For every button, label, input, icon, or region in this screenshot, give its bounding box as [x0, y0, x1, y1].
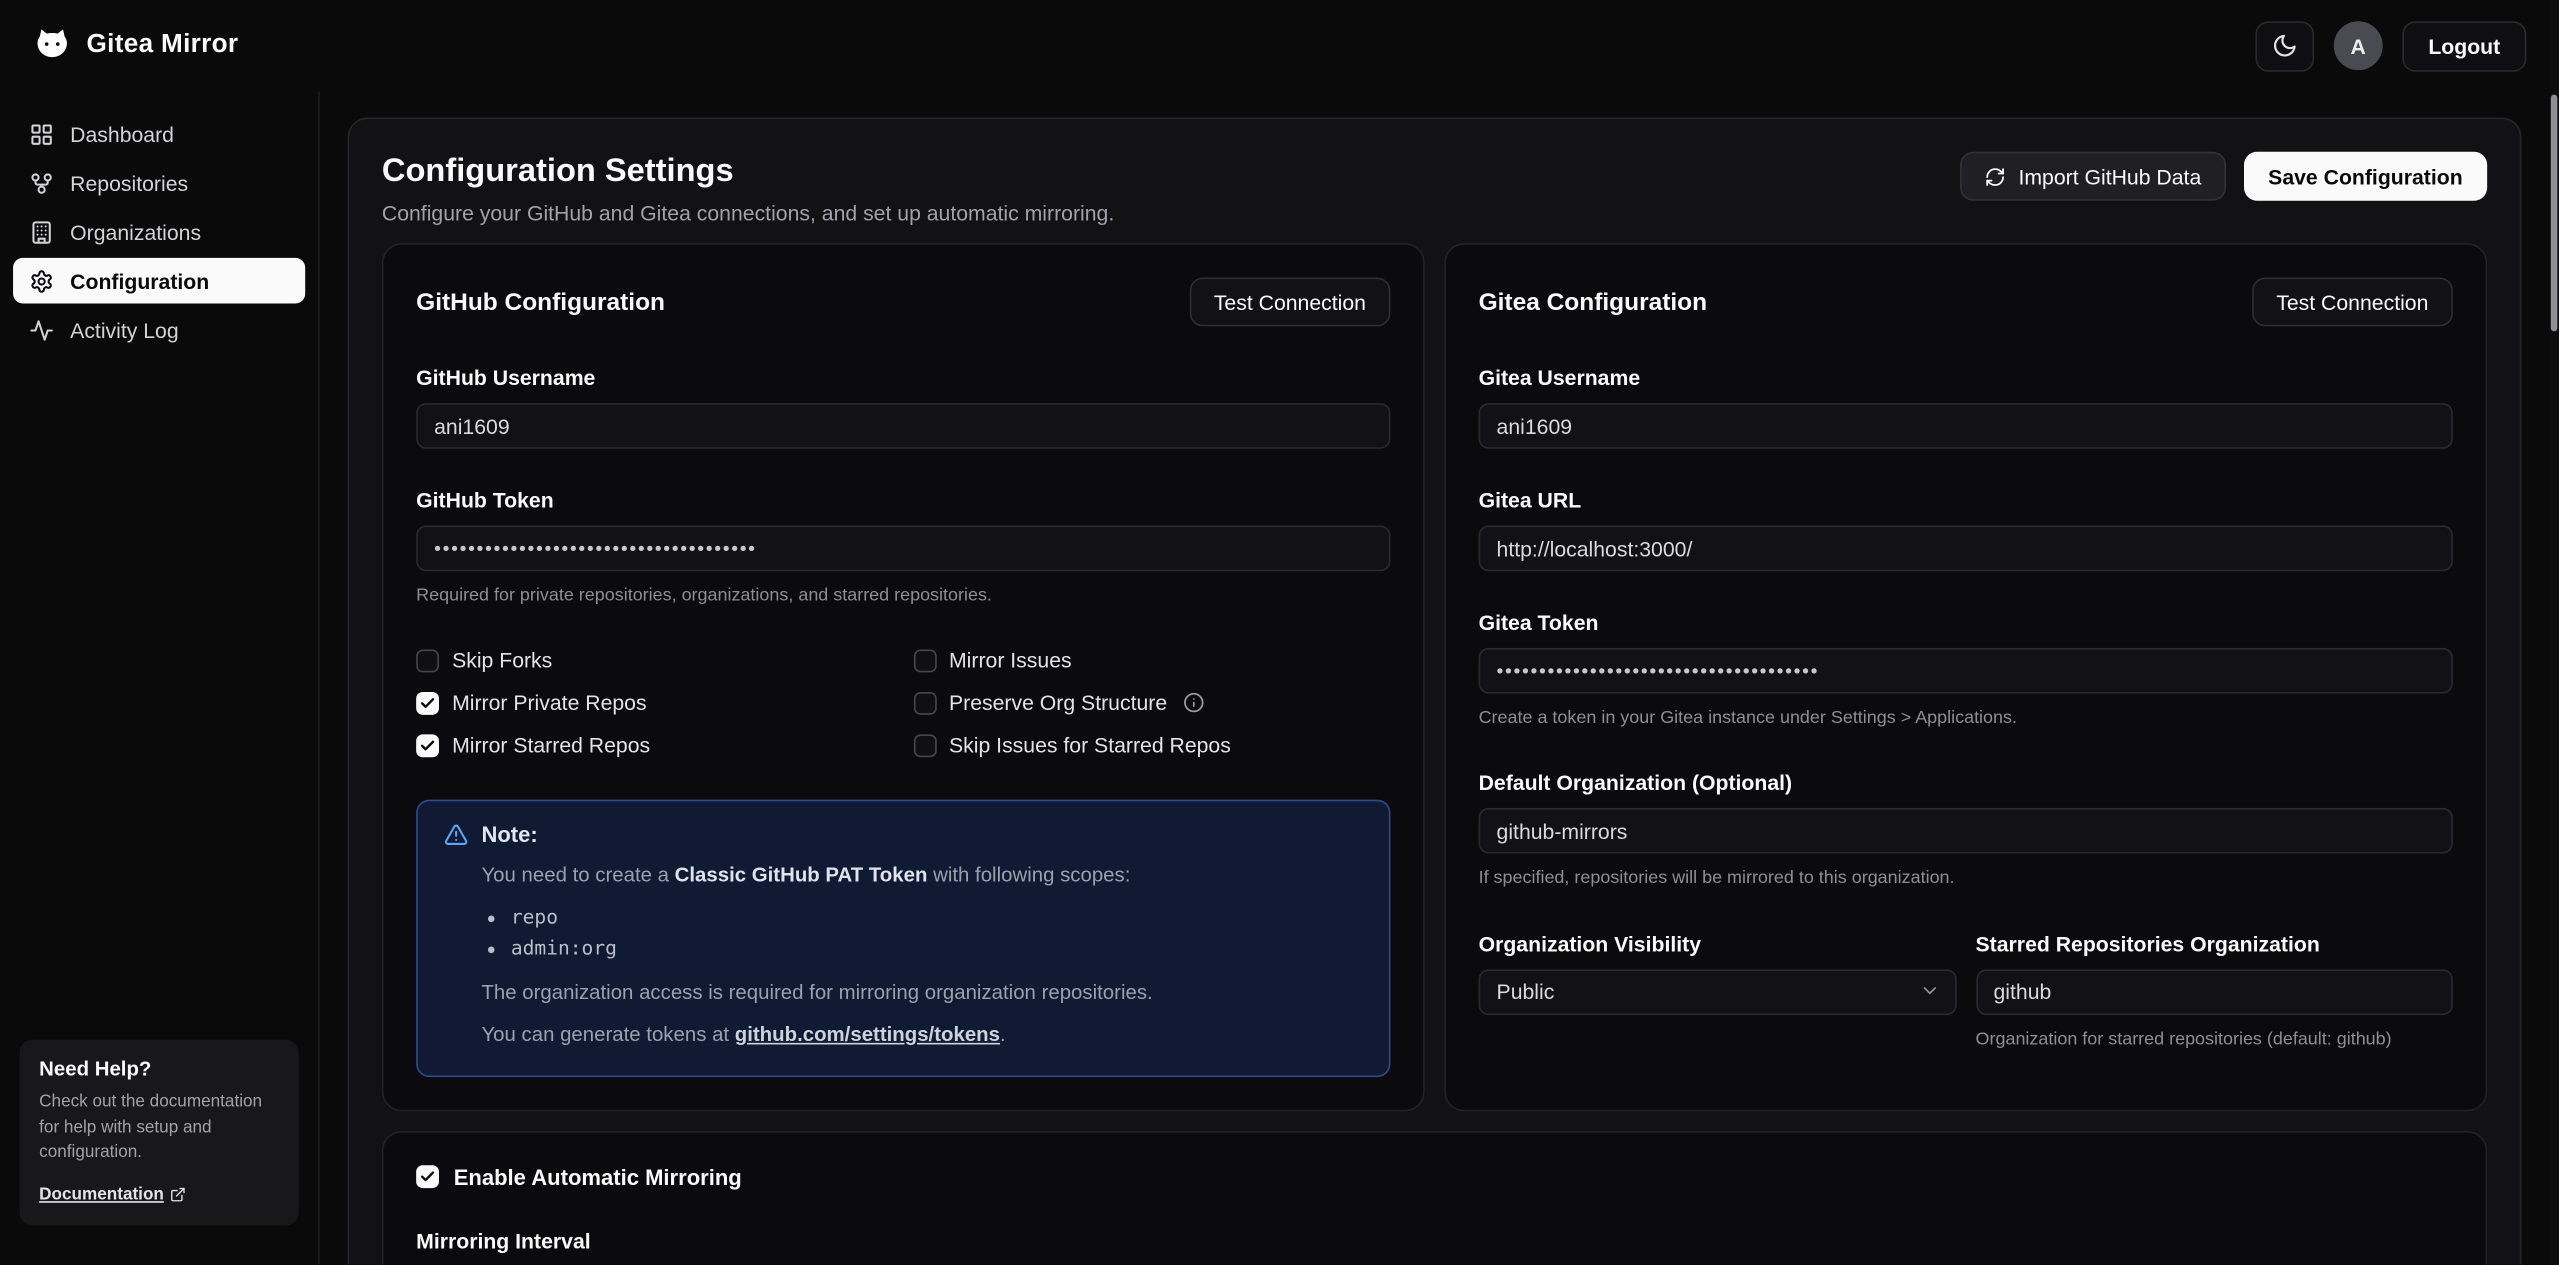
org-visibility-label: Organization Visibility: [1479, 932, 1956, 956]
checkbox-preserve-org-structure[interactable]: Preserve Org Structure: [913, 691, 1390, 715]
github-username-input[interactable]: [416, 403, 1390, 449]
save-configuration-button[interactable]: Save Configuration: [2244, 152, 2487, 201]
sidebar-item-label: Configuration: [70, 268, 209, 292]
top-header: Gitea Mirror A Logout: [0, 0, 2559, 91]
main-content: Configuration Settings Configure your Gi…: [320, 91, 2559, 1264]
note-intro: You need to create a Classic GitHub PAT …: [481, 861, 1362, 892]
grid-icon: [29, 122, 53, 146]
starred-org-label: Starred Repositories Organization: [1976, 932, 2453, 956]
gear-icon: [29, 268, 53, 292]
activity-icon: [29, 317, 53, 341]
gitea-url-label: Gitea URL: [1479, 488, 2453, 512]
scrollbar-thumb[interactable]: [2551, 95, 2558, 332]
github-options: Skip Forks Mirror Issues Mirror Private …: [416, 649, 1390, 758]
documentation-link[interactable]: Documentation: [39, 1185, 187, 1205]
github-config-card: GitHub Configuration Test Connection Git…: [382, 243, 1425, 1111]
sidebar-item-activity-log[interactable]: Activity Log: [13, 307, 305, 353]
checkbox-box[interactable]: [913, 692, 936, 715]
sidebar-item-dashboard[interactable]: Dashboard: [13, 111, 305, 157]
github-username-label: GitHub Username: [416, 366, 1390, 390]
org-visibility-select[interactable]: [1479, 956, 1956, 1015]
sidebar: Dashboard Repositories Organizations Con…: [0, 91, 320, 1264]
enable-label: Enable Automatic Mirroring: [454, 1165, 742, 1189]
import-github-data-button[interactable]: Import GitHub Data: [1960, 152, 2226, 201]
info-icon[interactable]: [1183, 693, 1204, 714]
gitea-url-input[interactable]: [1479, 526, 2453, 572]
page-subtitle: Configure your GitHub and Gitea connecti…: [382, 201, 1114, 227]
github-test-connection-button[interactable]: Test Connection: [1189, 277, 1390, 326]
gitea-token-help: Create a token in your Gitea instance un…: [1479, 707, 2453, 732]
sidebar-nav: Dashboard Repositories Organizations Con…: [13, 111, 305, 356]
mirroring-interval-label: Mirroring Interval: [416, 1229, 2453, 1253]
avatar[interactable]: A: [2334, 21, 2383, 70]
sidebar-item-label: Activity Log: [70, 317, 179, 341]
git-fork-icon: [29, 171, 53, 195]
checkbox-box[interactable]: [416, 1166, 439, 1189]
github-token-help: Required for private repositories, organ…: [416, 584, 1390, 609]
cat-logo-icon: [33, 26, 72, 65]
mirroring-interval-select[interactable]: [416, 1253, 2453, 1265]
refresh-icon: [1984, 166, 2005, 187]
help-body: Check out the documentation for help wit…: [39, 1091, 279, 1166]
github-card-title: GitHub Configuration: [416, 288, 665, 316]
gitea-token-input[interactable]: [1479, 648, 2453, 694]
sidebar-item-label: Dashboard: [70, 122, 174, 146]
app-root: Gitea Mirror A Logout Dashboard Reposito…: [0, 0, 2559, 1265]
github-token-label: GitHub Token: [416, 488, 1390, 512]
checkbox-box[interactable]: [416, 734, 439, 757]
moon-icon: [2272, 33, 2298, 59]
warning-triangle-icon: [444, 823, 468, 847]
page-title: Configuration Settings: [382, 152, 1114, 191]
note-org-text: The organization access is required for …: [481, 978, 1362, 1009]
gitea-username-label: Gitea Username: [1479, 366, 2453, 390]
enable-automatic-mirroring[interactable]: Enable Automatic Mirroring: [416, 1165, 2453, 1189]
default-org-input[interactable]: [1479, 808, 2453, 854]
logout-button[interactable]: Logout: [2402, 20, 2526, 71]
checkbox-skip-issues-for-starred-repos[interactable]: Skip Issues for Starred Repos: [913, 733, 1390, 757]
note-scope-list: repo admin:org: [511, 903, 1363, 964]
help-card: Need Help? Check out the documentation f…: [20, 1040, 299, 1225]
checkbox-box[interactable]: [913, 734, 936, 757]
gitea-username-input[interactable]: [1479, 403, 2453, 449]
checkbox-mirror-private-repos[interactable]: Mirror Private Repos: [416, 691, 893, 715]
automatic-mirroring-card: Enable Automatic Mirroring Mirroring Int…: [382, 1131, 2487, 1265]
gitea-test-connection-button[interactable]: Test Connection: [2252, 277, 2453, 326]
help-title: Need Help?: [39, 1058, 279, 1081]
app-title: Gitea Mirror: [86, 31, 238, 60]
sidebar-item-organizations[interactable]: Organizations: [13, 209, 305, 255]
checkbox-box[interactable]: [913, 649, 936, 672]
gitea-card-title: Gitea Configuration: [1479, 288, 1707, 316]
checkbox-skip-forks[interactable]: Skip Forks: [416, 649, 893, 673]
sidebar-item-configuration[interactable]: Configuration: [13, 258, 305, 304]
github-token-input[interactable]: [416, 526, 1390, 572]
tokens-link[interactable]: github.com/settings/tokens: [735, 1023, 1000, 1046]
scrollbar[interactable]: [2549, 0, 2559, 1265]
sidebar-item-repositories[interactable]: Repositories: [13, 160, 305, 206]
note-scope: repo: [511, 903, 1363, 933]
note-tokens-line: You can generate tokens at github.com/se…: [481, 1020, 1362, 1051]
checkbox-mirror-starred-repos[interactable]: Mirror Starred Repos: [416, 733, 893, 757]
note-scope: admin:org: [511, 933, 1363, 963]
pat-note-box: Note: You need to create a Classic GitHu…: [416, 800, 1390, 1077]
page-header: Configuration Settings Configure your Gi…: [382, 152, 2487, 227]
sidebar-item-label: Repositories: [70, 171, 188, 195]
brand: Gitea Mirror: [33, 26, 239, 65]
gitea-token-label: Gitea Token: [1479, 610, 2453, 634]
configuration-settings-card: Configuration Settings Configure your Gi…: [348, 118, 2522, 1265]
header-actions: A Logout: [2255, 20, 2526, 71]
theme-toggle-button[interactable]: [2255, 20, 2314, 71]
checkbox-box[interactable]: [416, 692, 439, 715]
external-link-icon: [170, 1186, 186, 1202]
starred-org-help: Organization for starred repositories (d…: [1976, 1028, 2453, 1053]
checkbox-box[interactable]: [416, 649, 439, 672]
sidebar-item-label: Organizations: [70, 220, 201, 244]
checkbox-mirror-issues[interactable]: Mirror Issues: [913, 649, 1390, 673]
gitea-config-card: Gitea Configuration Test Connection Gite…: [1444, 243, 2487, 1111]
building-icon: [29, 220, 53, 244]
note-title: Note:: [481, 823, 537, 847]
starred-org-input[interactable]: [1976, 969, 2453, 1015]
default-org-label: Default Organization (Optional): [1479, 771, 2453, 795]
default-org-help: If specified, repositories will be mirro…: [1479, 867, 2453, 892]
